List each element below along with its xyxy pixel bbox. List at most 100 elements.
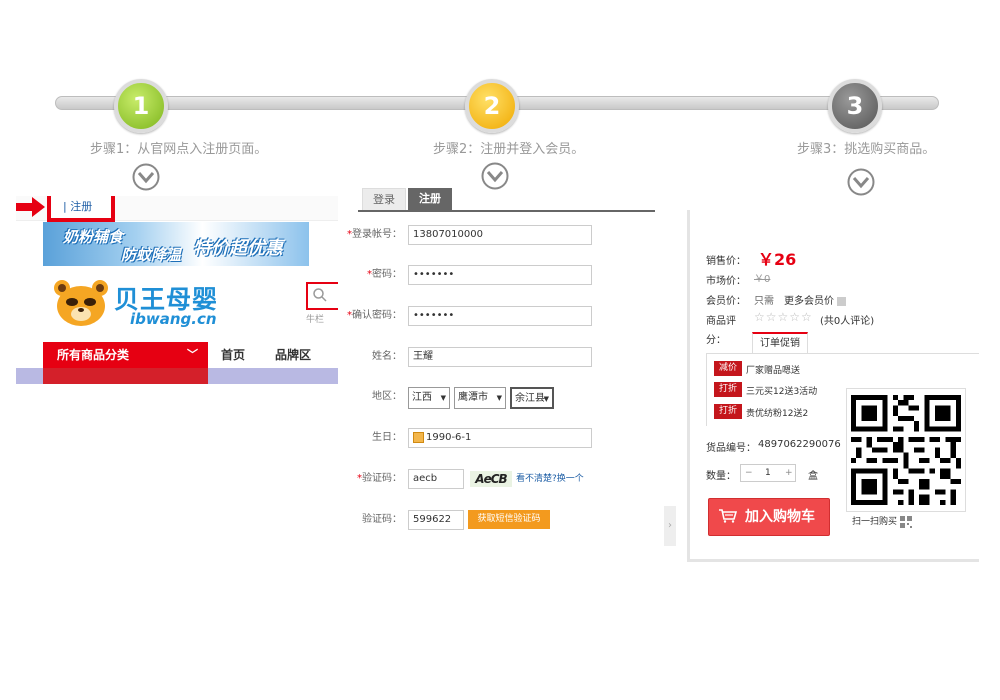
password-label: *密码： xyxy=(367,269,402,280)
tab-divider xyxy=(358,210,655,212)
promo-text: 厂家赠品嗯送 xyxy=(746,366,801,376)
region-label: 地区： xyxy=(372,391,402,402)
market-price-label: 市场价： xyxy=(706,276,746,287)
captcha-image[interactable]: AeCB xyxy=(470,471,512,487)
register-form-panel: 登录 注册 *登录帐号： 13807010000 *密码： ••••••• *确… xyxy=(347,188,658,538)
region-row: 地区： 江西 ▼ 鹰潭市 ▼ 余江县 ▼ xyxy=(358,387,658,409)
quantity-label: 数量： xyxy=(706,471,736,482)
nav-home[interactable]: 首页 xyxy=(221,342,245,368)
scan-to-buy: 扫一扫购买 xyxy=(852,514,912,528)
all-categories-menu[interactable]: 所有商品分类 ﹀ xyxy=(43,342,208,368)
province-select[interactable]: 江西 ▼ xyxy=(408,387,450,409)
hot-search-word[interactable]: 牛栏 xyxy=(306,312,324,325)
banner-text: 防蚊降温 xyxy=(121,246,182,264)
confirm-password-row: *确认密码： ••••••• xyxy=(347,306,658,328)
member-price-label: 会员价： xyxy=(706,296,746,307)
category-label: 所有商品分类 xyxy=(57,348,130,362)
chevron-down-icon xyxy=(132,163,160,191)
qr-code-icon xyxy=(851,395,961,505)
search-input[interactable] xyxy=(306,282,338,310)
county-select[interactable]: 余江县 ▼ xyxy=(510,387,554,409)
tab-login[interactable]: 登录 xyxy=(362,188,406,210)
register-link[interactable]: | 注册 xyxy=(47,196,115,222)
chevron-down-icon xyxy=(847,168,875,196)
tab-register[interactable]: 注册 xyxy=(408,188,452,210)
tab-order-promo[interactable]: 订单促销 xyxy=(752,332,808,354)
homepage-preview: | 注册 奶粉辅食 防蚊降温 特价超优惠 贝王母婴 ibwang.cn 牛栏 所… xyxy=(16,196,338,384)
market-price: ￥0 xyxy=(754,274,771,285)
step-2-badge: 2 xyxy=(465,79,519,133)
collapse-handle[interactable]: › xyxy=(664,506,676,546)
step-1-label: 步骤1：从官网点入注册页面。 xyxy=(90,142,268,157)
birthday-input[interactable]: 1990-6-1 xyxy=(408,428,592,448)
confirm-password-input[interactable]: ••••••• xyxy=(408,306,592,326)
captcha-input[interactable]: aecb xyxy=(408,469,464,489)
password-input[interactable]: ••••••• xyxy=(408,265,592,285)
calendar-icon xyxy=(413,431,424,443)
nav-brand-zone[interactable]: 品牌区 xyxy=(275,342,311,368)
account-input[interactable]: 13807010000 xyxy=(408,225,592,245)
city-select[interactable]: 鹰潭市 ▼ xyxy=(454,387,506,409)
promo-divider xyxy=(706,353,979,354)
step-3-badge: 3 xyxy=(828,79,882,133)
rating-label: 商品评 xyxy=(706,316,736,327)
more-member-price-link[interactable]: 更多会员价 xyxy=(784,292,847,307)
promo-text: 贵优纺粉12送2 xyxy=(746,409,809,419)
promo-border xyxy=(706,354,707,426)
quantity-stepper: − 1 + xyxy=(740,464,796,482)
sku-label: 货品编号： xyxy=(706,443,756,454)
main-nav: 所有商品分类 ﹀ 首页 品牌区 xyxy=(43,342,338,368)
promo-text: 三元买12送3活动 xyxy=(746,387,818,397)
add-to-cart-label: 加入购物车 xyxy=(745,509,815,525)
step-3-label: 步骤3：挑选购买商品。 xyxy=(797,142,936,157)
promo-tag: 打折 xyxy=(714,382,742,397)
account-label: *登录帐号： xyxy=(347,229,402,240)
qty-plus-button[interactable]: + xyxy=(785,465,793,481)
sku-value: 4897062290076 xyxy=(758,439,841,450)
search-icon xyxy=(313,288,327,302)
promo-banner[interactable]: 奶粉辅食 防蚊降温 特价超优惠 xyxy=(43,222,309,266)
refresh-captcha-link[interactable]: 看不清楚?换一个 xyxy=(516,469,584,489)
sms-code-input[interactable]: 599622 xyxy=(408,510,464,530)
sms-row: 验证码： 599622 获取短信验证码 xyxy=(358,510,658,532)
rating-label-cont: 分： xyxy=(706,335,726,346)
chevron-down-icon xyxy=(481,162,509,190)
member-price: 只需 xyxy=(754,296,774,307)
qr-small-icon xyxy=(899,515,912,528)
step-1-badge: 1 xyxy=(114,79,168,133)
unit-label: 盒 xyxy=(808,471,818,482)
review-count-link[interactable]: (共0人评论) xyxy=(820,312,874,327)
product-detail-panel: 销售价： ￥26 市场价： ￥0 会员价： 只需 更多会员价 商品评 ☆☆☆☆☆… xyxy=(687,210,979,562)
birthday-row: 生日： 1990-6-1 xyxy=(358,428,658,450)
dropdown-icon xyxy=(837,296,847,306)
captcha-label: *验证码： xyxy=(357,473,402,484)
account-row: *登录帐号： 13807010000 xyxy=(347,225,658,247)
arrow-right-icon xyxy=(16,197,45,217)
banner-text: 特价超优惠 xyxy=(193,238,283,259)
promo-tag: 打折 xyxy=(714,404,742,419)
confirm-password-label: *确认密码： xyxy=(347,310,402,321)
category-dropdown-top xyxy=(43,368,208,384)
name-input[interactable]: 王耀 xyxy=(408,347,592,367)
name-row: 姓名： 王耀 xyxy=(358,347,658,369)
captcha-row: *验证码： aecb AeCB 看不清楚?换一个 xyxy=(357,469,658,491)
bear-logo-icon[interactable] xyxy=(52,278,110,328)
sale-price: ￥26 xyxy=(758,250,797,269)
qty-minus-button[interactable]: − xyxy=(745,465,753,481)
password-row: *密码： ••••••• xyxy=(358,265,658,287)
promo-tag: 减价 xyxy=(714,361,742,376)
add-to-cart-button[interactable]: 加入购物车 xyxy=(708,498,830,536)
get-sms-code-button[interactable]: 获取短信验证码 xyxy=(468,510,550,529)
chevron-down-icon: ﹀ xyxy=(187,348,198,361)
sale-price-label: 销售价： xyxy=(706,256,746,267)
qty-input[interactable]: 1 xyxy=(765,465,771,481)
qr-code xyxy=(846,388,966,512)
sms-code-label: 验证码： xyxy=(362,514,402,525)
name-label: 姓名： xyxy=(372,351,402,362)
step-2-label: 步骤2：注册并登入会员。 xyxy=(433,142,585,157)
cart-icon xyxy=(719,509,737,523)
birthday-label: 生日： xyxy=(372,432,402,443)
rating-stars: ☆☆☆☆☆ xyxy=(754,310,813,324)
brand-domain: ibwang.cn xyxy=(130,310,217,328)
banner-text: 奶粉辅食 xyxy=(63,228,124,246)
